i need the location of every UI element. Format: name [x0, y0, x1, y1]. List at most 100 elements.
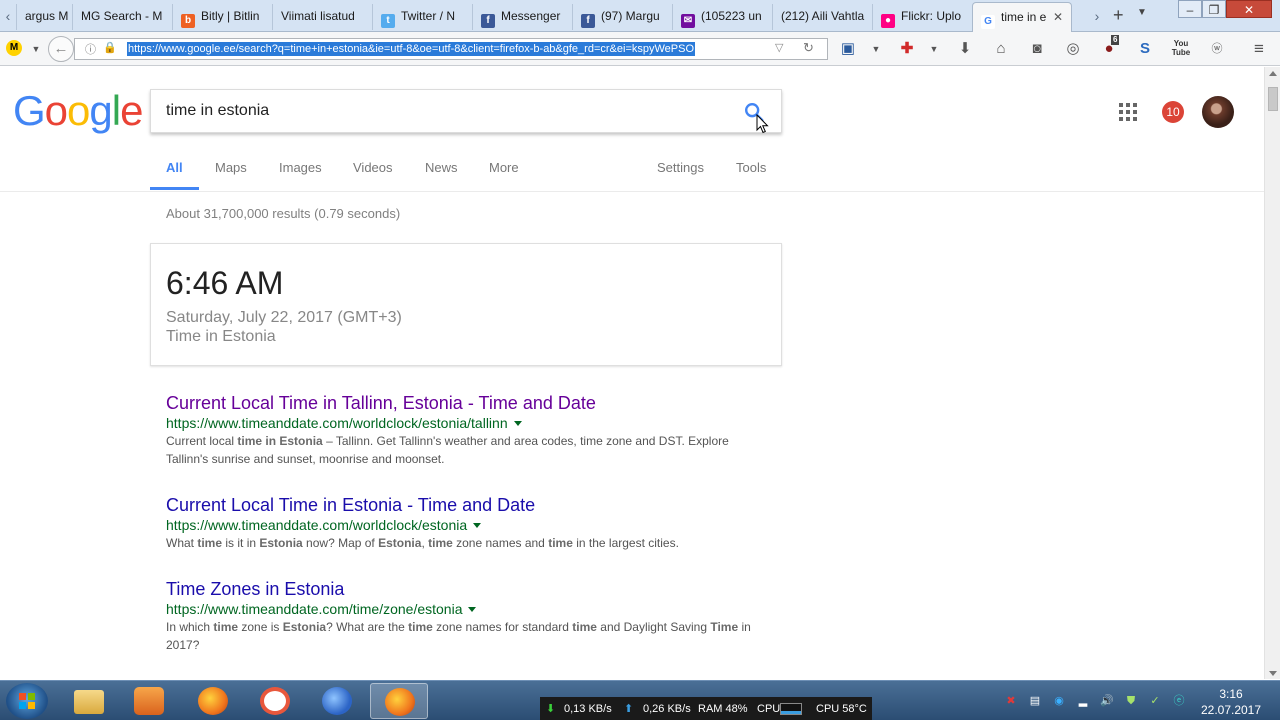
tab-label: (212) Aili Vahtla: [781, 9, 865, 23]
first-aid-icon[interactable]: ✚: [897, 39, 917, 59]
result-snippet: Current local time in Estonia – Tallinn.…: [166, 432, 766, 468]
first-aid-dropdown-icon[interactable]: ▼: [924, 39, 944, 59]
flickr-icon: ●: [881, 14, 895, 28]
screen: ‹ argus M MG Search - M b Bitly | Bitlin Vii…: [0, 0, 1280, 720]
url-menu-chevron-icon[interactable]: [473, 523, 482, 528]
system-clock[interactable]: 3:16 22.07.2017: [1196, 686, 1266, 718]
tab[interactable]: f Messenger: [472, 4, 572, 30]
tab-all[interactable]: All: [166, 160, 183, 175]
scroll-up-icon[interactable]: [1269, 71, 1277, 76]
leaf-icon[interactable]: ✓: [1148, 694, 1162, 708]
taskbar-firefox[interactable]: [184, 683, 242, 719]
taskbar-explorer[interactable]: [60, 683, 118, 719]
pocket-icon[interactable]: ◙: [1027, 39, 1047, 59]
google-logo[interactable]: Google: [13, 86, 143, 136]
taskbar-firefox-active[interactable]: [370, 683, 428, 719]
result-snippet: In which time zone is Estonia? What are …: [166, 618, 766, 654]
snippet-text: In which: [166, 620, 214, 634]
search-box[interactable]: time in estonia: [150, 89, 782, 133]
url-bar[interactable]: ⓘ 🔒 https://www.google.ee/search?q=time+…: [74, 38, 828, 60]
tab[interactable]: t Twitter / N: [372, 4, 472, 30]
result-snippet: What time is it in Estonia now? Map of E…: [166, 534, 766, 552]
tab-close-icon[interactable]: ✕: [1053, 3, 1063, 31]
ublock-icon[interactable]: ● 6: [1099, 35, 1120, 59]
ram-usage: RAM 48%: [698, 703, 748, 715]
save-icon[interactable]: ▣: [838, 39, 858, 59]
tab-maps[interactable]: Maps: [215, 160, 247, 175]
windows-flag-icon: [19, 693, 35, 709]
minimize-button[interactable]: –: [1178, 0, 1202, 18]
volume-icon[interactable]: 🔊: [1100, 694, 1114, 708]
taskbar-thunderbird[interactable]: [308, 683, 366, 719]
tab[interactable]: argus M: [16, 4, 72, 30]
tabs-scroll-left-icon[interactable]: ‹: [2, 6, 14, 26]
tab[interactable]: MG Search - M: [72, 4, 172, 30]
m-addon-icon[interactable]: M: [6, 40, 22, 56]
maximize-button[interactable]: ❐: [1202, 0, 1226, 18]
scroll-thumb[interactable]: [1268, 87, 1278, 111]
menu-icon[interactable]: ≡: [1249, 39, 1269, 59]
url-menu-chevron-icon[interactable]: [468, 607, 477, 612]
lock-icon[interactable]: 🔒: [103, 41, 117, 54]
tab-tools[interactable]: Tools: [736, 160, 766, 175]
s-icon[interactable]: S: [1135, 39, 1155, 59]
save-dropdown-icon[interactable]: ▼: [866, 39, 886, 59]
w-icon[interactable]: ⓦ: [1207, 39, 1227, 59]
current-date: Saturday, July 22, 2017 (GMT+3): [166, 309, 402, 326]
taskbar-media-player[interactable]: [120, 683, 178, 719]
start-button[interactable]: [6, 683, 48, 719]
tab-label: Viimati lisatud: [281, 9, 355, 23]
url-menu-chevron-icon[interactable]: [513, 421, 522, 426]
reload-icon[interactable]: ↻: [803, 40, 814, 56]
tab-active[interactable]: Gtime in e ✕: [972, 2, 1072, 32]
url-text[interactable]: https://www.google.ee/search?q=time+in+e…: [127, 42, 696, 56]
back-button[interactable]: ←: [48, 36, 74, 62]
tab-label: Twitter / N: [401, 9, 456, 23]
google-icon: G: [981, 15, 995, 29]
clipboard-icon[interactable]: ▤: [1028, 694, 1042, 708]
logo-letter: o: [44, 87, 68, 134]
taskbar-app-circle[interactable]: [246, 683, 304, 719]
home-icon[interactable]: ⌂: [991, 39, 1011, 59]
tab[interactable]: Viimati lisatud: [272, 4, 372, 30]
avatar[interactable]: [1202, 96, 1234, 128]
skype-icon[interactable]: ◉: [1052, 694, 1066, 708]
notifications-badge[interactable]: 10: [1162, 101, 1184, 123]
download-icon[interactable]: ⬇: [955, 39, 975, 59]
result-title-link[interactable]: Current Local Time in Estonia - Time and…: [166, 494, 766, 516]
e-icon[interactable]: ⓔ: [1172, 694, 1186, 708]
tab-list-chevron-icon[interactable]: ▼: [1137, 7, 1147, 18]
tab-images[interactable]: Images: [279, 160, 322, 175]
tab[interactable]: f (97) Margu: [572, 4, 672, 30]
new-tab-button[interactable]: +: [1113, 5, 1124, 25]
tab[interactable]: ✉ (105223 un: [672, 4, 772, 30]
vertical-scrollbar[interactable]: [1264, 67, 1280, 679]
youtube-icon[interactable]: You Tube: [1171, 39, 1191, 59]
tab-more[interactable]: More: [489, 160, 519, 175]
result-url-text: https://www.timeanddate.com/time/zone/es…: [166, 601, 463, 617]
tab[interactable]: (212) Aili Vahtla: [772, 4, 872, 30]
google-apps-icon[interactable]: [1119, 103, 1137, 121]
search-input[interactable]: time in estonia: [166, 102, 269, 120]
result-title-link[interactable]: Current Local Time in Tallinn, Estonia -…: [166, 392, 766, 414]
url-dropdown-icon[interactable]: ▽: [775, 41, 783, 54]
tab[interactable]: ● Flickr: Uplo: [872, 4, 972, 30]
scroll-down-icon[interactable]: [1269, 671, 1277, 676]
result-title-link[interactable]: Time Zones in Estonia: [166, 578, 766, 600]
sync-icon[interactable]: ◎: [1063, 39, 1083, 59]
logo-letter: g: [89, 87, 112, 134]
clock-date: 22.07.2017: [1200, 703, 1262, 717]
close-window-button[interactable]: ✕: [1226, 0, 1272, 18]
network-error-icon[interactable]: ✖: [1004, 694, 1018, 708]
twitter-icon: t: [381, 14, 395, 28]
tab-label: Flickr: Uplo: [901, 9, 962, 23]
tab-videos[interactable]: Videos: [353, 160, 393, 175]
signal-icon[interactable]: ▂: [1076, 694, 1090, 708]
shield-icon[interactable]: ⛊: [1124, 694, 1138, 708]
tab-news[interactable]: News: [425, 160, 458, 175]
tab-settings[interactable]: Settings: [657, 160, 704, 175]
info-icon[interactable]: ⓘ: [85, 41, 96, 57]
addon-dropdown-icon[interactable]: ▼: [26, 39, 46, 59]
tabs-scroll-right-icon[interactable]: ›: [1091, 6, 1103, 26]
tab[interactable]: b Bitly | Bitlin: [172, 4, 272, 30]
